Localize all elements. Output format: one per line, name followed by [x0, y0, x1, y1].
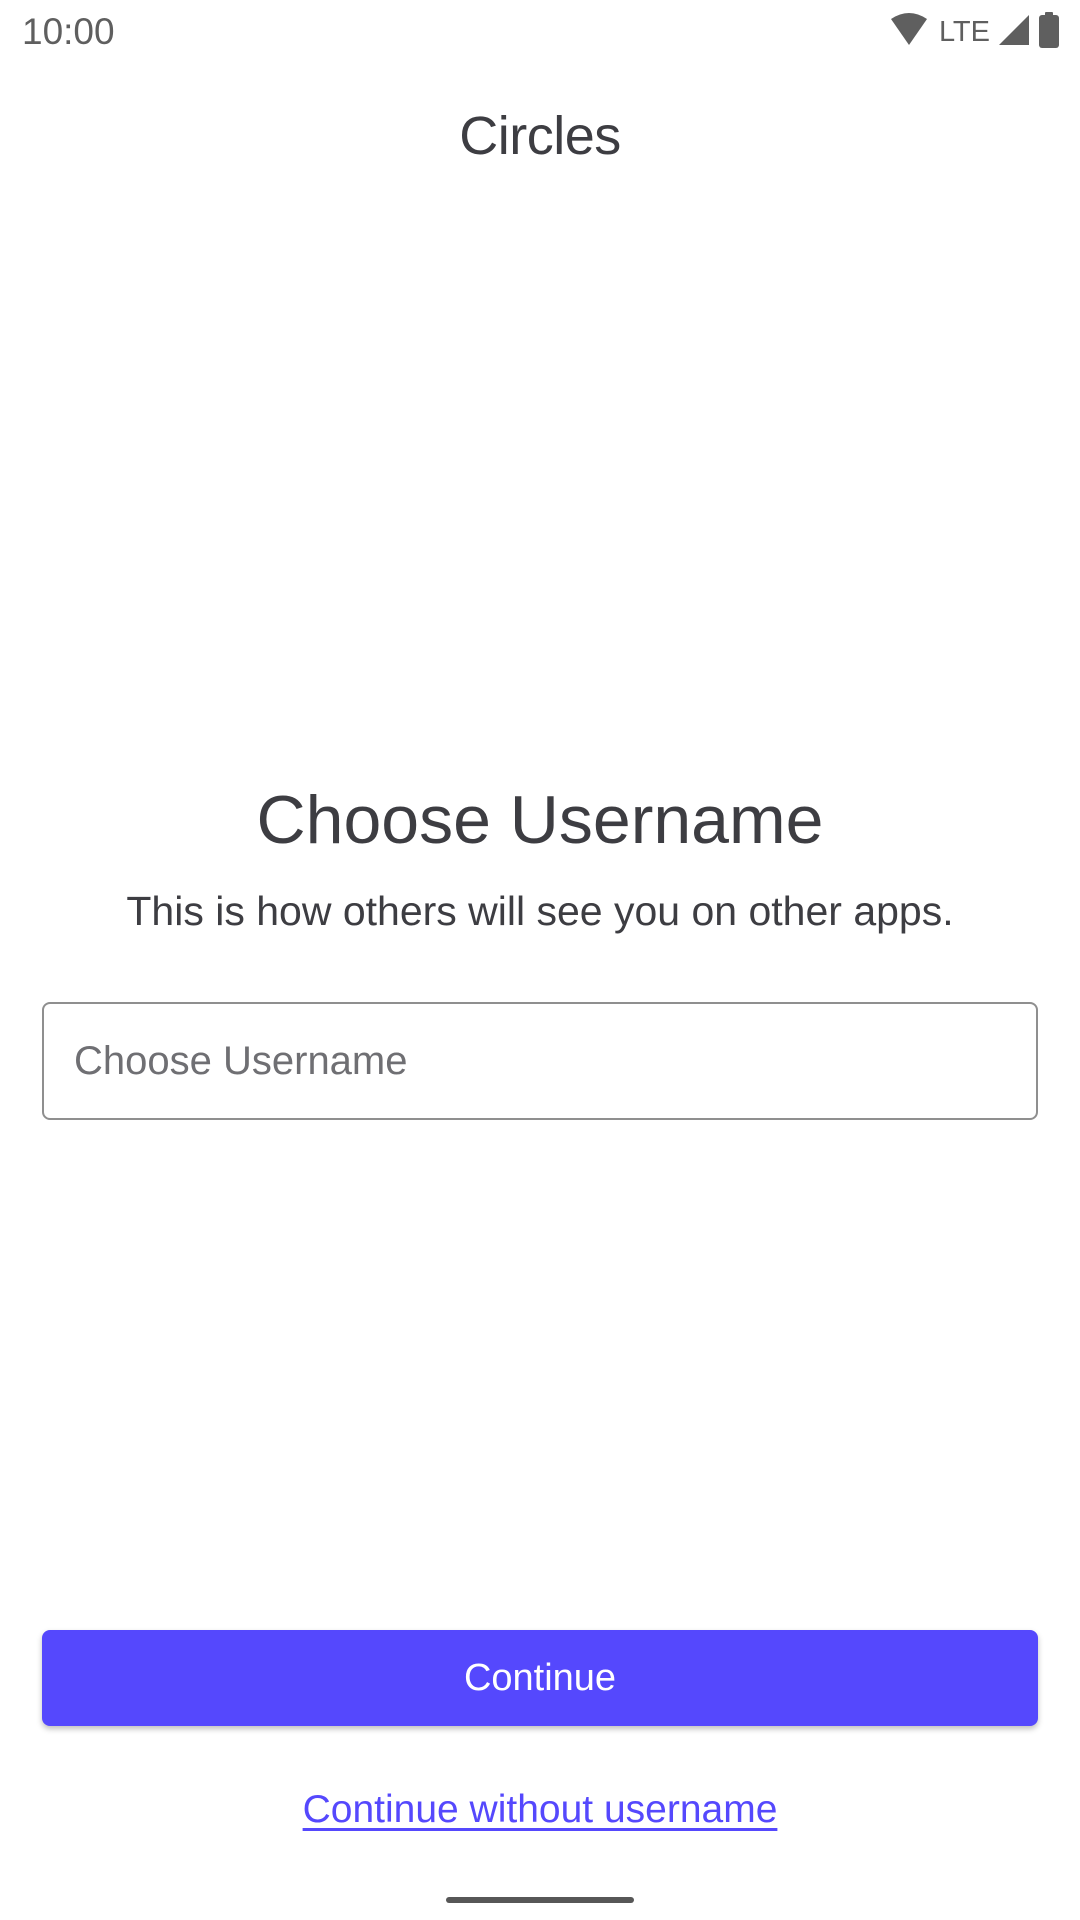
gesture-navigation-bar[interactable]	[446, 1897, 634, 1903]
status-icons: LTE	[889, 11, 1060, 53]
skip-link-container: Continue without username	[0, 1782, 1080, 1838]
continue-button[interactable]: Continue	[42, 1630, 1038, 1726]
screen: 10:00 LTE Circles Choose Username This i…	[0, 0, 1080, 1920]
username-input[interactable]	[42, 1002, 1038, 1120]
continue-without-username-link[interactable]: Continue without username	[303, 1788, 778, 1831]
status-bar: 10:00 LTE	[0, 0, 1080, 64]
cellular-signal-icon	[998, 14, 1030, 51]
page-heading: Choose Username	[256, 782, 824, 858]
battery-icon	[1038, 11, 1060, 53]
app-title: Circles	[459, 106, 621, 166]
page-subheading: This is how others will see you on other…	[126, 888, 954, 934]
wifi-icon	[889, 12, 929, 52]
status-time: 10:00	[22, 11, 115, 52]
network-type-label: LTE	[938, 16, 990, 48]
